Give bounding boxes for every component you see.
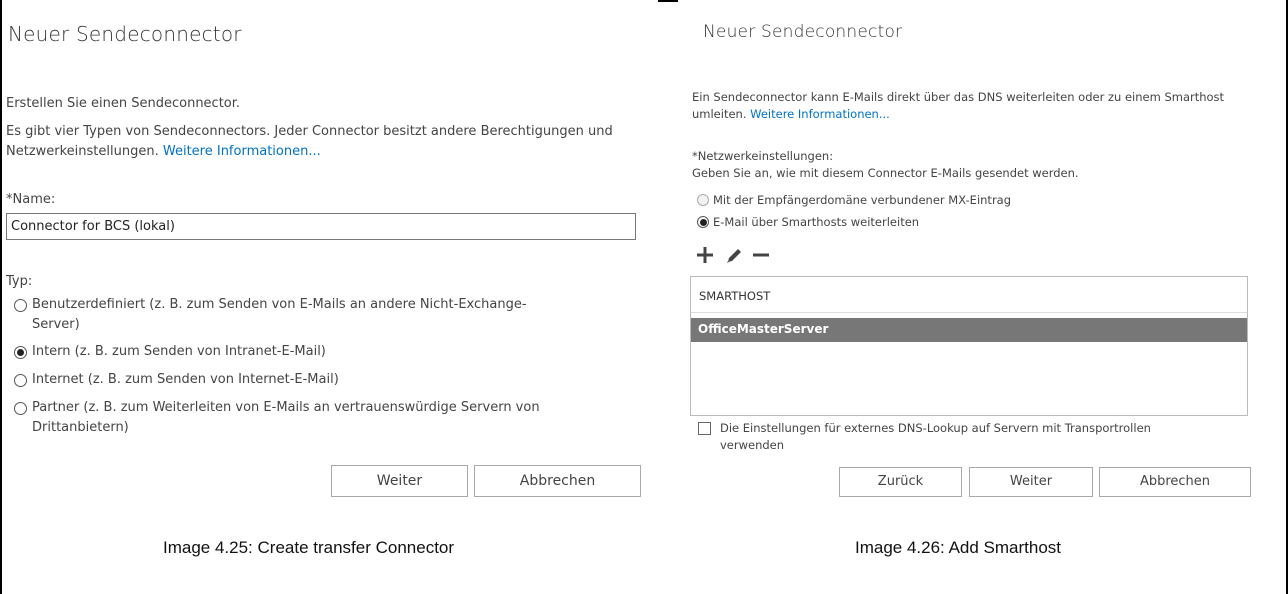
name-input[interactable]: Connector for BCS (lokal) [6, 213, 636, 240]
smarthost-list[interactable]: SMARTHOST OfficeMasterServer [690, 276, 1248, 416]
type-option-internet-radio[interactable] [14, 374, 27, 387]
network-settings-desc: Geben Sie an, wie mit diesem Connector E… [692, 166, 1079, 180]
left-desc-line2: Netzwerkeinstellungen. Weitere Informati… [6, 142, 321, 162]
type-option-internal-radio[interactable] [14, 346, 27, 359]
back-button[interactable]: Zurück [839, 467, 962, 497]
left-cancel-button[interactable]: Abbrechen [474, 465, 641, 497]
dns-lookup-label-line1[interactable]: Die Einstellungen für externes DNS-Looku… [720, 420, 1151, 437]
right-desc-line2: umleiten. Weitere Informationen... [692, 106, 890, 123]
smarthost-list-header[interactable]: SMARTHOST [691, 277, 1247, 313]
mx-record-radio[interactable] [697, 194, 709, 206]
type-label: Typ: [6, 274, 33, 289]
smarthost-radio[interactable] [697, 216, 709, 228]
pencil-icon[interactable] [724, 246, 744, 264]
dns-lookup-label-line2[interactable]: verwenden [720, 437, 784, 454]
right-cancel-button[interactable]: Abbrechen [1099, 467, 1251, 497]
left-intro-text: Erstellen Sie einen Sendeconnector. [6, 96, 241, 111]
minus-icon[interactable] [752, 246, 770, 264]
left-dialog: Neuer Sendeconnector Erstellen Sie einen… [2, 0, 658, 510]
type-option-partner-label[interactable]: Partner (z. B. zum Weiterleiten von E-Ma… [32, 398, 540, 418]
type-option-internet-label[interactable]: Internet (z. B. zum Senden von Internet-… [32, 370, 339, 390]
plus-icon[interactable] [697, 246, 715, 264]
list-item[interactable]: OfficeMasterServer [691, 318, 1247, 342]
right-desc-line2-text: umleiten. [692, 107, 747, 121]
smarthost-label[interactable]: E-Mail über Smarthosts weiterleiten [713, 214, 919, 231]
type-option-partner-label-cont[interactable]: Drittanbietern) [32, 418, 129, 438]
left-desc-line2-text: Netzwerkeinstellungen. [6, 144, 159, 159]
network-settings-label: *Netzwerkeinstellungen: [692, 149, 834, 163]
left-dialog-title: Neuer Sendeconnector [8, 22, 242, 46]
right-dialog-title: Neuer Sendeconnector [703, 22, 903, 42]
mx-record-label[interactable]: Mit der Empfängerdomäne verbundener MX-E… [713, 192, 1011, 209]
type-option-internal-label[interactable]: Intern (z. B. zum Senden von Intranet-E-… [32, 342, 326, 362]
dns-lookup-checkbox[interactable] [698, 422, 711, 435]
left-desc-line1: Es gibt vier Typen von Sendeconnectors. … [6, 124, 613, 139]
right-more-info-link[interactable]: Weitere Informationen... [750, 107, 890, 121]
left-more-info-link[interactable]: Weitere Informationen... [163, 144, 321, 159]
left-next-button[interactable]: Weiter [331, 465, 468, 497]
left-caption: Image 4.25: Create transfer Connector [163, 538, 455, 557]
right-caption: Image 4.26: Add Smarthost [855, 538, 1062, 557]
name-label: *Name: [6, 192, 56, 207]
right-desc-line1: Ein Sendeconnector kann E-Mails direkt ü… [692, 90, 1225, 104]
right-next-button[interactable]: Weiter [969, 467, 1093, 497]
type-option-custom-label[interactable]: Benutzerdefiniert (z. B. zum Senden von … [32, 295, 527, 315]
type-option-custom-radio[interactable] [14, 299, 27, 312]
type-option-custom-label-cont[interactable]: Server) [32, 315, 80, 335]
type-option-partner-radio[interactable] [14, 402, 27, 415]
